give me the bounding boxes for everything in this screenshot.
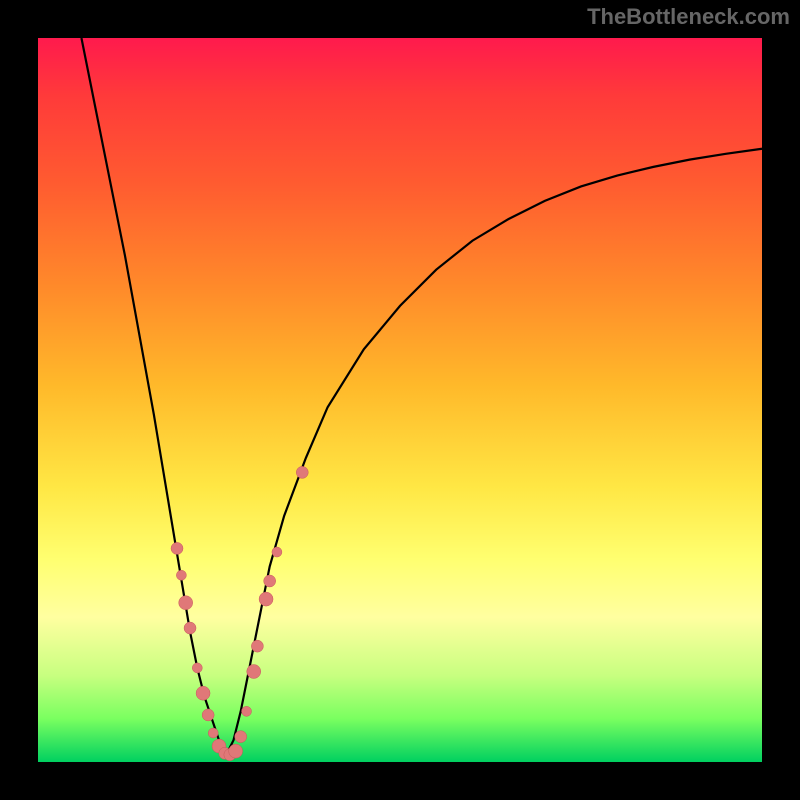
curve-left-branch: [81, 38, 226, 755]
data-marker: [272, 547, 282, 557]
curve-group: [81, 38, 762, 755]
chart-container: TheBottleneck.com: [0, 0, 800, 800]
data-marker: [179, 596, 193, 610]
data-marker: [296, 466, 308, 478]
curve-right-branch: [226, 149, 762, 755]
data-marker: [264, 575, 276, 587]
data-marker: [176, 570, 186, 580]
data-marker: [259, 592, 273, 606]
chart-svg: [38, 38, 762, 762]
plot-area: [38, 38, 762, 762]
data-marker: [229, 744, 243, 758]
data-marker: [196, 686, 210, 700]
data-marker: [247, 665, 261, 679]
data-marker: [184, 622, 196, 634]
data-marker: [202, 709, 214, 721]
data-marker: [171, 542, 183, 554]
data-marker: [192, 663, 202, 673]
data-marker: [235, 731, 247, 743]
watermark-text: TheBottleneck.com: [587, 4, 790, 30]
data-marker: [251, 640, 263, 652]
data-marker: [208, 728, 218, 738]
data-marker: [242, 706, 252, 716]
